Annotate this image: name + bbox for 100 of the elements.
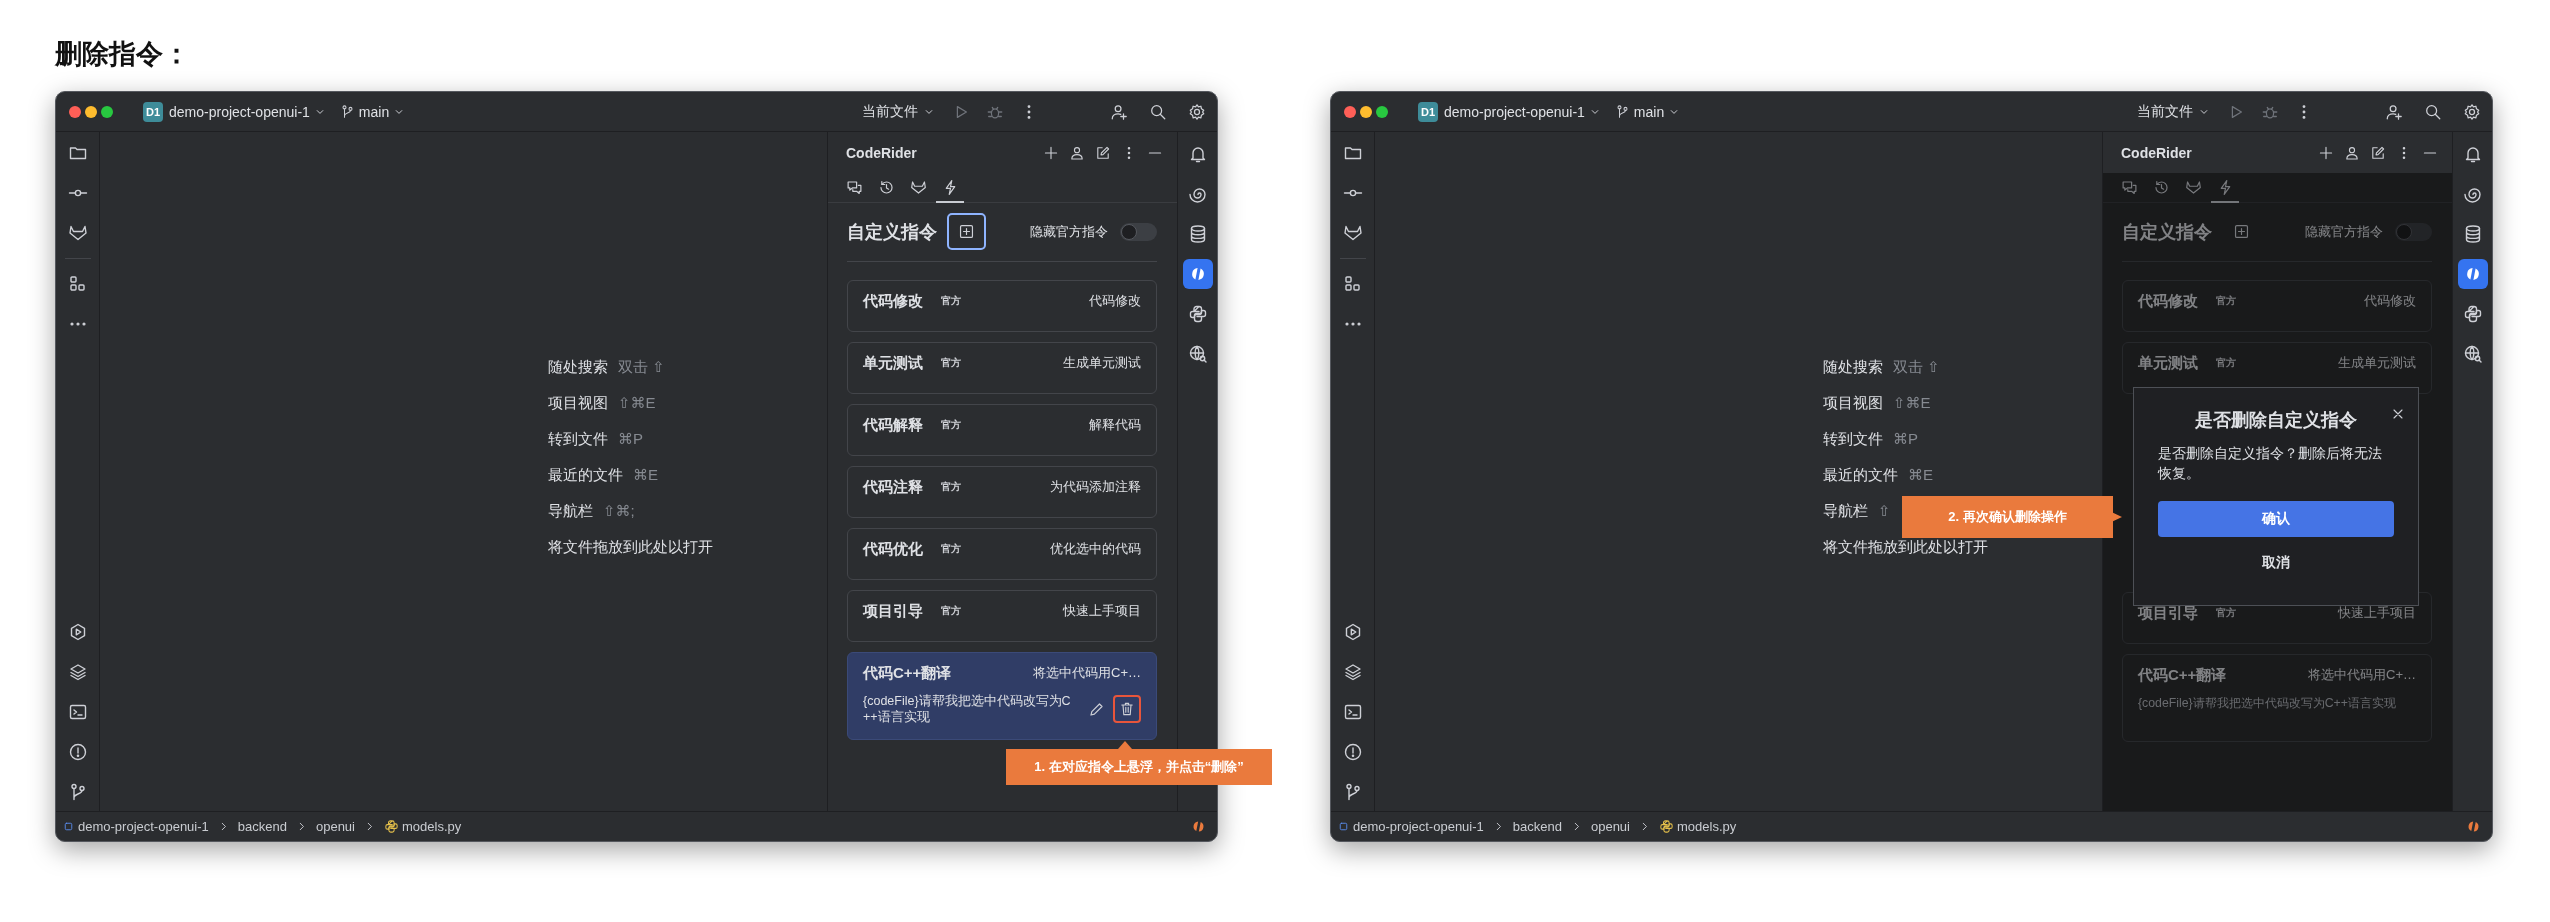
breadcrumb-item[interactable]: backend [1512, 819, 1562, 834]
layers-icon[interactable] [67, 662, 88, 682]
hint-action: 转到文件 [1823, 429, 1883, 449]
command-description: 将选中代码用C+… [1033, 664, 1141, 682]
search-icon[interactable] [1149, 102, 1167, 121]
hint-action: 最近的文件 [1823, 465, 1898, 485]
breadcrumb-item[interactable]: openui [1590, 819, 1630, 834]
breadcrumb-item[interactable]: demo-project-openui-1 [1353, 819, 1484, 834]
toggle-switch[interactable] [2395, 222, 2432, 241]
plus-icon[interactable] [2318, 144, 2334, 161]
structure-icon[interactable] [1342, 274, 1363, 294]
command-description: 代码修改 [1089, 292, 1141, 310]
fox-icon[interactable] [1342, 223, 1363, 243]
confirm-button[interactable]: 确认 [2158, 501, 2394, 537]
add-command-button[interactable] [947, 213, 986, 250]
settings-icon[interactable] [2463, 102, 2481, 121]
official-tag: 官方 [2216, 294, 2236, 308]
breadcrumb-item[interactable]: demo-project-openui-1 [78, 819, 209, 834]
command-name: 单元测试 [2138, 353, 2198, 373]
hint-action: 项目视图 [1823, 393, 1883, 413]
window-minimize-button[interactable] [85, 105, 97, 118]
hint-action: 将文件拖放到此处以打开 [1823, 537, 1988, 557]
fox-icon [909, 178, 927, 196]
command-prompt: {codeFile}请帮我把选中代码改写为C++语言实现 [2138, 695, 2397, 711]
branch-name[interactable]: main [358, 103, 390, 120]
command-name: 单元测试 [863, 353, 923, 373]
tool-window-button[interactable] [1182, 259, 1213, 289]
command-card[interactable]: 代码解释 官方 解释代码 [847, 404, 1157, 456]
official-tag: 官方 [941, 480, 961, 494]
official-tag: 官方 [941, 356, 961, 370]
terminal-icon[interactable] [1342, 702, 1363, 722]
command-description: 生成单元测试 [1063, 354, 1141, 372]
window-close-button[interactable] [1344, 105, 1356, 118]
globe-search-icon [2462, 344, 2483, 364]
command-card[interactable]: 代码优化 官方 优化选中的代码 [847, 528, 1157, 580]
window-close-button[interactable] [69, 105, 81, 118]
branch-icon[interactable] [1614, 104, 1630, 119]
hint-shortcut: 双击 ⇧ [618, 357, 665, 377]
pencil-icon[interactable] [1088, 700, 1105, 718]
command-card[interactable]: 代码C++翻译 将选中代码用C+… {codeFile}请帮我把选中代码改写为C++语言实现 [847, 652, 1157, 740]
command-card[interactable]: 代码C++翻译 将选中代码用C+… {codeFile}请帮我把选中代码改写为C++语言实现 [2122, 654, 2432, 742]
run-configuration[interactable]: 当前文件 [862, 102, 918, 121]
tool-window-button[interactable] [2457, 259, 2488, 289]
toggle-switch[interactable] [1120, 222, 1157, 241]
command-card[interactable]: 单元测试 官方 生成单元测试 [847, 342, 1157, 394]
square-plus-icon [2233, 223, 2250, 240]
fox-icon[interactable] [67, 223, 88, 243]
breadcrumb-item[interactable]: backend [237, 819, 287, 834]
command-card[interactable]: 代码修改 官方 代码修改 [847, 280, 1157, 332]
hint-action: 项目视图 [548, 393, 608, 413]
edit-note-icon[interactable] [2370, 144, 2386, 161]
hint-action: 将文件拖放到此处以打开 [548, 537, 713, 557]
window-zoom-button[interactable] [101, 105, 113, 118]
branch-icon[interactable] [339, 104, 355, 119]
python-icon [1659, 819, 1674, 834]
alert-icon[interactable] [67, 742, 88, 762]
edit-note-icon[interactable] [1095, 144, 1111, 161]
official-tag: 官方 [2216, 356, 2236, 370]
add-user-icon[interactable] [1110, 102, 1128, 121]
hint-action: 最近的文件 [548, 465, 623, 485]
search-icon[interactable] [2424, 102, 2442, 121]
official-tag: 官方 [2216, 606, 2236, 620]
command-name: 代码C++翻译 [863, 663, 952, 683]
window-minimize-button[interactable] [1360, 105, 1372, 118]
hint-shortcut: ⇧⌘E [1893, 394, 1931, 412]
command-name: 项目引导 [863, 601, 923, 621]
trash-icon [1119, 701, 1135, 717]
project-badge: D1 [1418, 101, 1438, 122]
cancel-button[interactable]: 取消 [2158, 551, 2394, 575]
official-tag: 官方 [941, 294, 961, 308]
breadcrumb-item[interactable]: openui [315, 819, 355, 834]
window-zoom-button[interactable] [1376, 105, 1388, 118]
project-name[interactable]: demo-project-openui-1 [1444, 103, 1585, 120]
run-configuration[interactable]: 当前文件 [2137, 102, 2193, 121]
branch-name[interactable]: main [1633, 103, 1665, 120]
user-icon[interactable] [2344, 144, 2360, 161]
structure-icon[interactable] [67, 274, 88, 294]
hint-shortcut: ⇧⌘E [618, 394, 656, 412]
delete-button[interactable] [1113, 695, 1141, 723]
breadcrumb-item[interactable]: models.py [1677, 819, 1737, 834]
official-tag: 官方 [941, 604, 961, 618]
user-icon[interactable] [1069, 144, 1085, 161]
command-name: 代码修改 [863, 291, 923, 311]
command-name: 代码C++翻译 [2138, 665, 2227, 685]
command-name: 代码优化 [863, 539, 923, 559]
command-card[interactable]: 项目引导 官方 快速上手项目 [847, 590, 1157, 642]
command-card[interactable]: 代码修改 官方 代码修改 [2122, 280, 2432, 332]
hint-shortcut: ⌘P [618, 430, 643, 448]
settings-icon[interactable] [1188, 102, 1206, 121]
breadcrumb-item[interactable]: models.py [402, 819, 462, 834]
command-card[interactable]: 代码注释 官方 为代码添加注释 [847, 466, 1157, 518]
layers-icon[interactable] [1342, 662, 1363, 682]
add-user-icon[interactable] [2385, 102, 2403, 121]
terminal-icon[interactable] [67, 702, 88, 722]
alert-icon[interactable] [1342, 742, 1363, 762]
callout-tooltip: 2. 再次确认删除操作 [1902, 496, 2122, 538]
project-name[interactable]: demo-project-openui-1 [169, 103, 310, 120]
plus-icon[interactable] [1043, 144, 1059, 161]
section-title: 自定义指令 [847, 220, 937, 244]
command-description: 解释代码 [1089, 416, 1141, 434]
